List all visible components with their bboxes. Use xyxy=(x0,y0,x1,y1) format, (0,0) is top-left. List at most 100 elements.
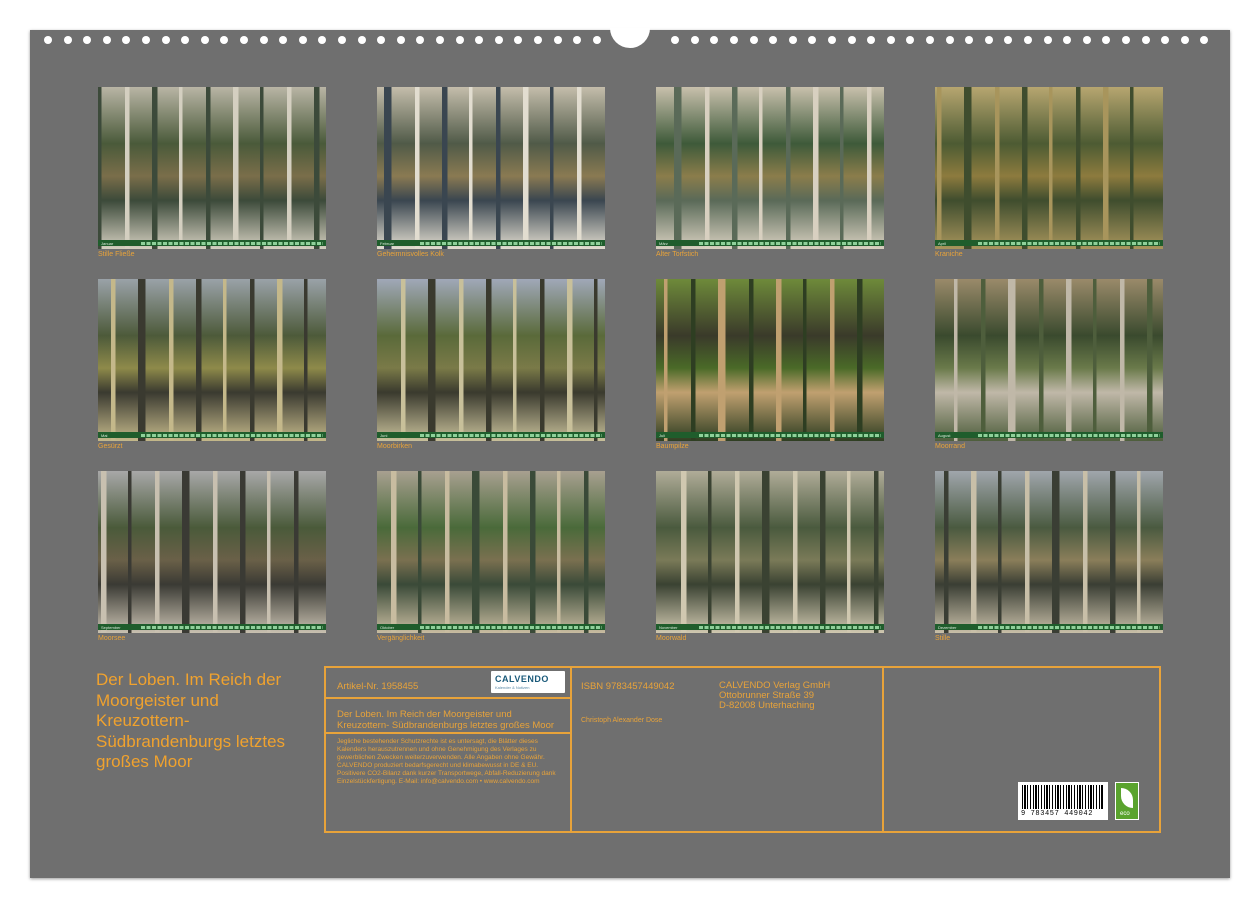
month-name: Juli xyxy=(659,432,666,438)
binding-hole xyxy=(1024,36,1032,44)
calvendo-logo: CALVENDO Kalender & Notizen xyxy=(491,671,565,693)
month-photo xyxy=(935,471,1163,633)
binding-hole xyxy=(200,36,209,44)
binding-hole xyxy=(886,36,895,44)
binding-hole xyxy=(749,36,758,44)
month-thumbnail: Februar Geheimnisvolles Kolk xyxy=(377,87,605,258)
binding-hole xyxy=(494,36,503,44)
binding-hole xyxy=(357,36,366,44)
month-days xyxy=(420,625,602,629)
binding-hole xyxy=(83,36,92,44)
eco-badge: eco xyxy=(1115,782,1139,820)
month-date-strip: Dezember xyxy=(935,624,1163,630)
binding-hole xyxy=(1122,36,1130,44)
month-days xyxy=(141,625,323,629)
month-thumbnail: Januar Stille Fließe xyxy=(98,87,326,258)
binding-hole xyxy=(63,36,72,44)
binding-hole xyxy=(1043,36,1052,44)
month-name: November xyxy=(659,624,678,630)
binding-hole xyxy=(161,36,170,44)
binding-hole xyxy=(142,36,150,44)
binding-hole xyxy=(769,36,778,44)
month-thumbnail: Dezember Stille xyxy=(935,471,1163,642)
month-date-strip: April xyxy=(935,240,1163,246)
isbn: ISBN 9783457449042 xyxy=(581,681,675,692)
binding-hole xyxy=(279,36,288,44)
month-name: Dezember xyxy=(938,624,957,630)
month-date-strip: Juli xyxy=(656,432,884,438)
month-caption: Stille xyxy=(935,635,951,642)
barcode-bars xyxy=(1022,785,1104,809)
month-caption: Gesürzt xyxy=(98,443,123,450)
binding-hole xyxy=(416,36,425,44)
binding-hole xyxy=(1102,36,1111,44)
binding-hole xyxy=(455,36,464,44)
info-box-hline-1 xyxy=(324,697,572,699)
binding-hole xyxy=(553,36,562,44)
month-photo xyxy=(98,471,326,633)
month-caption: Baumpilze xyxy=(656,443,689,450)
month-date-strip: Juni xyxy=(377,432,605,438)
month-days xyxy=(699,241,881,245)
month-date-strip: März xyxy=(656,240,884,246)
barcode-number: 9 783457 449042 xyxy=(1021,810,1094,818)
month-days xyxy=(978,241,1160,245)
binding-hole xyxy=(592,36,601,44)
binding-hole xyxy=(514,36,523,44)
binding-hole xyxy=(1180,36,1189,44)
month-photo xyxy=(935,279,1163,441)
binding-hole xyxy=(828,36,836,44)
binding-hole xyxy=(534,36,542,44)
binding-hole xyxy=(240,36,248,44)
month-date-strip: November xyxy=(656,624,884,630)
month-name: Mai xyxy=(101,432,108,438)
month-photo xyxy=(377,471,605,633)
binding-hole xyxy=(1200,36,1209,44)
binding-hole xyxy=(1141,36,1150,44)
month-days xyxy=(420,433,602,437)
binding-hole xyxy=(396,36,405,44)
month-name: Juni xyxy=(380,432,388,438)
month-caption: Moorbirken xyxy=(377,443,413,450)
binding-hole xyxy=(102,36,111,44)
month-caption: Geheimnisvolles Kolk xyxy=(377,251,444,258)
legal-notice: Jegliche bestehender Schutzrechte ist es… xyxy=(337,738,556,785)
month-date-strip: Mai xyxy=(98,432,326,438)
binding-hole xyxy=(730,36,738,44)
binding-hole xyxy=(808,36,817,44)
month-caption: Moorsee xyxy=(98,635,126,642)
month-thumbnail: Juli Baumpilze xyxy=(656,279,884,450)
month-date-strip: Januar xyxy=(98,240,326,246)
binding-hole xyxy=(1082,36,1091,44)
month-caption: Stille Fließe xyxy=(98,251,135,258)
month-photo xyxy=(98,87,326,249)
publisher-line-3: D-82008 Unterhaching xyxy=(719,700,815,711)
binding-hole xyxy=(475,36,484,44)
month-name: September xyxy=(101,624,121,630)
logo-tagline: Kalender & Notizen xyxy=(495,685,530,690)
month-photo xyxy=(656,87,884,249)
month-photo xyxy=(98,279,326,441)
binding-hole xyxy=(181,36,190,44)
month-caption: Moorrand xyxy=(935,443,965,450)
binding-hole xyxy=(259,36,268,44)
ean-barcode: 9 783457 449042 xyxy=(1018,782,1108,820)
binding-hole xyxy=(1063,36,1072,44)
binding-hole xyxy=(338,36,346,44)
binding-hole xyxy=(847,36,856,44)
month-photo xyxy=(656,279,884,441)
info-box-divider-1 xyxy=(570,666,572,833)
month-photo xyxy=(377,87,605,249)
binding-hole xyxy=(122,36,131,44)
author-name: Christoph Alexander Dose xyxy=(581,717,663,724)
binding-hole xyxy=(926,36,934,44)
binding-hole xyxy=(671,36,680,44)
binding-hole xyxy=(44,36,52,44)
month-date-strip: Februar xyxy=(377,240,605,246)
binding-hole xyxy=(1161,36,1170,44)
binding-hole xyxy=(298,36,307,44)
binding-hole xyxy=(788,36,797,44)
eco-label: eco xyxy=(1120,811,1130,817)
product-title: Der Loben. Im Reich der Moorgeister und … xyxy=(337,709,555,731)
month-days xyxy=(420,241,602,245)
